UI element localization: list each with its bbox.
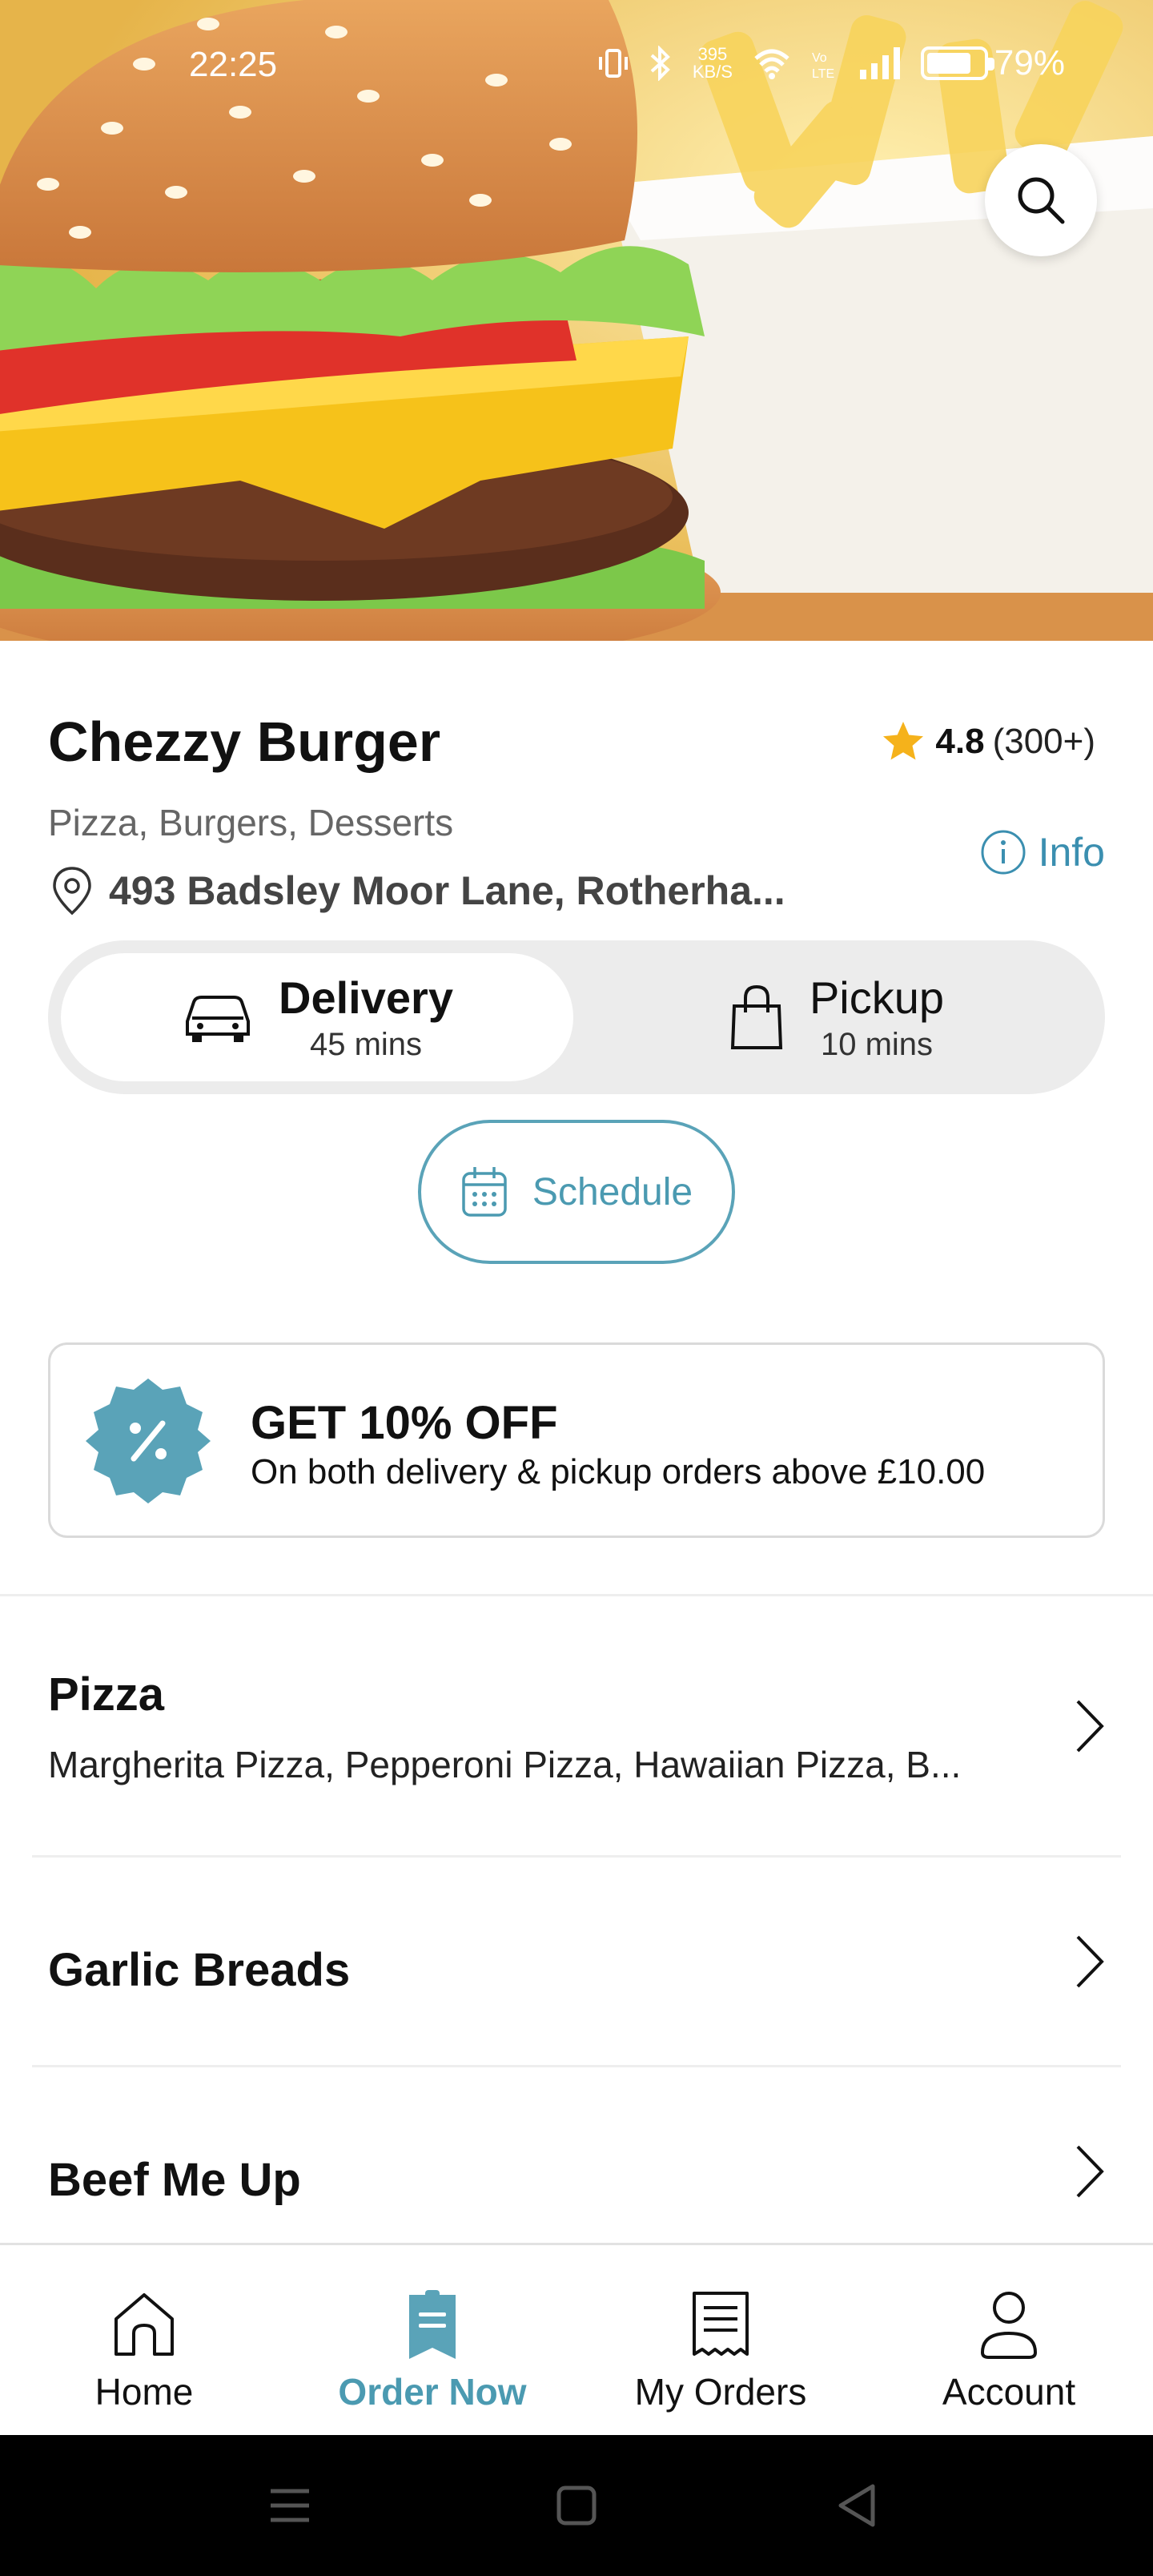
menu-section-description: Margherita Pizza, Pepperoni Pizza, Hawai… — [48, 1744, 962, 1785]
rating: 4.8 (300+) — [879, 718, 1095, 766]
info-label: Info — [1038, 830, 1105, 875]
divider — [32, 1855, 1121, 1858]
delivery-time: 45 mins — [309, 1027, 423, 1062]
svg-text:Vo: Vo — [812, 51, 827, 65]
restaurant-name: Chezzy Burger — [48, 710, 441, 773]
promo-subtitle: On both delivery & pickup orders above £… — [251, 1452, 986, 1491]
fulfillment-toggle: Delivery 45 mins Pickup 10 mins — [48, 940, 1105, 1094]
bottom-navigation: Home Order Now My Orders Account — [0, 2243, 1153, 2435]
bluetooth-icon — [650, 46, 670, 81]
nav-account[interactable]: Account — [865, 2245, 1153, 2437]
status-bar: 22:25 395 KB/S Vo LTE 79% — [0, 35, 1153, 99]
menu-section-title: Pizza — [48, 1668, 165, 1721]
battery-icon — [920, 46, 994, 80]
menu-section-garlic-breads[interactable]: Garlic Breads — [0, 1858, 1153, 2067]
nav-my-orders-label: My Orders — [634, 2371, 807, 2413]
rating-value: 4.8 — [935, 722, 985, 761]
star-icon — [883, 722, 924, 760]
home-square-icon[interactable] — [551, 2480, 602, 2531]
status-icons: 395 KB/S Vo LTE 79% — [597, 43, 1065, 83]
svg-text:LTE: LTE — [812, 67, 834, 81]
chevron-right-icon — [1076, 1700, 1104, 1753]
vibrate-icon — [598, 49, 628, 78]
delivery-option[interactable]: Delivery 45 mins — [61, 953, 573, 1081]
receipt-icon — [693, 2292, 749, 2356]
nav-home-label: Home — [94, 2371, 194, 2413]
menu-section-title: Garlic Breads — [48, 1944, 351, 1996]
signal-icon — [859, 47, 900, 79]
menu-icon[interactable] — [264, 2480, 315, 2531]
discount-badge-icon — [86, 1379, 211, 1503]
chevron-right-icon — [1076, 2145, 1104, 2198]
status-time: 22:25 — [189, 45, 278, 84]
system-navigation-bar — [0, 2435, 1153, 2576]
nav-my-orders[interactable]: My Orders — [576, 2245, 865, 2437]
search-button[interactable] — [985, 144, 1097, 256]
cuisine-list: Pizza, Burgers, Desserts — [48, 802, 454, 843]
chevron-right-icon — [1076, 1935, 1104, 1988]
menu-section-beef-me-up[interactable]: Beef Me Up — [0, 2068, 1153, 2243]
delivery-label: Delivery — [279, 972, 453, 1023]
menu-section-title: Beef Me Up — [48, 2154, 301, 2206]
wifi-icon — [754, 49, 789, 79]
nav-account-label: Account — [942, 2371, 1076, 2413]
schedule-button[interactable]: Schedule — [418, 1120, 735, 1264]
location-pin-icon — [53, 867, 91, 916]
nav-order-now[interactable]: Order Now — [288, 2245, 576, 2437]
rating-count: (300+) — [992, 722, 1095, 761]
network-speed: 395 KB/S — [692, 44, 733, 82]
restaurant-address: 493 Badsley Moor Lane, Rotherha... — [48, 865, 849, 916]
hero-image: 22:25 395 KB/S Vo LTE 79% — [0, 0, 1153, 641]
calendar-icon — [462, 1167, 507, 1217]
pickup-time: 10 mins — [820, 1027, 934, 1062]
battery-indicator: 79% — [920, 43, 1065, 83]
pickup-option[interactable]: Pickup 10 mins — [580, 953, 1092, 1081]
pickup-label: Pickup — [809, 972, 945, 1023]
divider — [0, 1594, 1153, 1596]
home-icon — [114, 2293, 174, 2356]
menu-section-pizza[interactable]: Pizza Margherita Pizza, Pepperoni Pizza,… — [0, 1597, 1153, 1854]
schedule-label: Schedule — [532, 1170, 693, 1214]
promo-banner[interactable]: GET 10% OFF On both delivery & pickup or… — [48, 1342, 1105, 1538]
nav-order-now-label: Order Now — [338, 2371, 527, 2413]
order-icon — [409, 2290, 456, 2359]
shopping-bag-icon — [730, 984, 783, 1049]
info-button[interactable]: Info — [979, 828, 1105, 876]
user-icon — [980, 2292, 1038, 2359]
back-icon[interactable] — [833, 2480, 884, 2531]
divider — [32, 2065, 1121, 2067]
address-text: 493 Badsley Moor Lane, Rotherha... — [109, 868, 785, 913]
info-icon — [981, 830, 1026, 875]
promo-title: GET 10% OFF — [251, 1397, 558, 1449]
car-icon — [186, 996, 251, 1042]
volte-icon: Vo LTE — [812, 51, 834, 81]
nav-home[interactable]: Home — [0, 2245, 288, 2437]
search-icon — [1018, 177, 1065, 224]
